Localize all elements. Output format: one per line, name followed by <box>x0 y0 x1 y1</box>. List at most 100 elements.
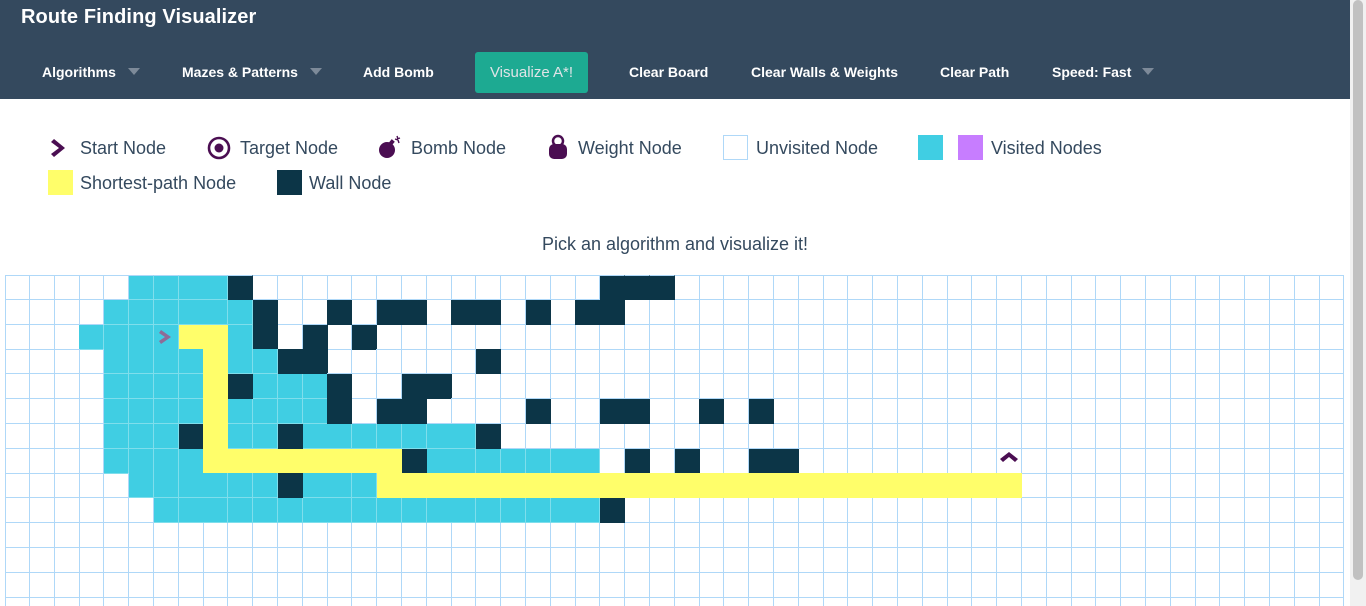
grid-cell-unvisited[interactable] <box>997 275 1022 300</box>
grid-cell-unvisited[interactable] <box>823 349 849 375</box>
grid-cell-wall[interactable] <box>625 448 650 474</box>
grid-cell-unvisited[interactable] <box>29 324 55 350</box>
grid-cell-visited[interactable] <box>228 324 254 350</box>
grid-cell-unvisited[interactable] <box>302 572 328 598</box>
grid-cell-unvisited[interactable] <box>426 324 452 350</box>
grid-cell-unvisited[interactable] <box>575 423 601 449</box>
grid-cell-unvisited[interactable] <box>1170 349 1196 375</box>
grid-cell-unvisited[interactable] <box>773 523 799 548</box>
grid-cell-unvisited[interactable] <box>79 473 105 499</box>
grid-cell-visited[interactable] <box>451 448 477 474</box>
grid-cell-visited[interactable] <box>426 423 452 449</box>
grid-cell-path[interactable] <box>575 473 601 499</box>
grid-cell-unvisited[interactable] <box>1121 299 1146 325</box>
grid-cell-path[interactable] <box>823 473 849 499</box>
grid-cell-unvisited[interactable] <box>1319 374 1345 400</box>
grid-cell-unvisited[interactable] <box>104 473 130 499</box>
grid-cell-unvisited[interactable] <box>873 498 898 524</box>
grid-cell-wall[interactable] <box>327 399 353 424</box>
grid-cell-wall[interactable] <box>426 374 452 400</box>
grid-cell-unvisited[interactable] <box>1294 498 1320 524</box>
grid-cell-visited[interactable] <box>203 275 229 300</box>
grid-cell-unvisited[interactable] <box>153 572 179 598</box>
grid-cell-unvisited[interactable] <box>848 349 874 375</box>
mazes-patterns-menu[interactable]: Mazes & Patterns <box>182 64 298 80</box>
grid-cell-visited[interactable] <box>277 374 303 400</box>
grid-cell-unvisited[interactable] <box>649 299 675 325</box>
grid-cell-unvisited[interactable] <box>1021 275 1047 300</box>
grid-cell-unvisited[interactable] <box>997 523 1022 548</box>
grid-cell-path[interactable] <box>848 473 874 499</box>
grid-cell-unvisited[interactable] <box>5 324 30 350</box>
grid-cell-unvisited[interactable] <box>1220 448 1246 474</box>
grid-cell-visited[interactable] <box>253 498 278 524</box>
grid-cell-unvisited[interactable] <box>104 498 130 524</box>
grid-cell-unvisited[interactable] <box>451 349 477 375</box>
grid-cell-unvisited[interactable] <box>699 498 725 524</box>
grid-cell-unvisited[interactable] <box>451 399 477 424</box>
grid-cell-unvisited[interactable] <box>848 597 874 606</box>
grid-cell-unvisited[interactable] <box>1121 572 1146 598</box>
start-node-icon[interactable] <box>154 325 178 349</box>
grid-cell-unvisited[interactable] <box>79 572 105 598</box>
grid-cell-wall[interactable] <box>277 423 303 449</box>
grid-cell-unvisited[interactable] <box>823 399 849 424</box>
grid-cell-unvisited[interactable] <box>1046 399 1072 424</box>
grid-cell-visited[interactable] <box>253 399 278 424</box>
grid-cell-unvisited[interactable] <box>873 423 898 449</box>
grid-cell-unvisited[interactable] <box>501 547 526 573</box>
grid-cell-unvisited[interactable] <box>1021 448 1047 474</box>
grid-cell-unvisited[interactable] <box>228 523 254 548</box>
grid-cell-unvisited[interactable] <box>550 547 576 573</box>
grid-cell-unvisited[interactable] <box>401 275 427 300</box>
grid-cell-unvisited[interactable] <box>972 349 998 375</box>
add-bomb-button[interactable]: Add Bomb <box>363 64 434 80</box>
grid-cell-unvisited[interactable] <box>1220 473 1246 499</box>
grid-cell-unvisited[interactable] <box>897 423 923 449</box>
grid-cell-unvisited[interactable] <box>674 523 700 548</box>
grid-cell-unvisited[interactable] <box>1096 423 1122 449</box>
grid-cell-unvisited[interactable] <box>1022 597 1047 606</box>
grid-cell-wall[interactable] <box>401 374 427 400</box>
grid-cell-unvisited[interactable] <box>972 374 998 400</box>
grid-cell-unvisited[interactable] <box>277 275 303 300</box>
grid-cell-unvisited[interactable] <box>5 547 30 573</box>
grid-cell-unvisited[interactable] <box>29 523 55 548</box>
grid-cell-unvisited[interactable] <box>1046 423 1072 449</box>
grid-cell-path[interactable] <box>178 324 204 350</box>
grid-cell-unvisited[interactable] <box>1220 275 1246 300</box>
grid-cell-wall[interactable] <box>302 324 328 350</box>
grid-cell-unvisited[interactable] <box>525 275 551 300</box>
grid-cell-visited[interactable] <box>352 423 378 449</box>
grid-cell-unvisited[interactable] <box>773 324 799 350</box>
grid-cell-path[interactable] <box>352 448 378 474</box>
grid-cell-unvisited[interactable] <box>600 547 626 573</box>
grid-cell-unvisited[interactable] <box>476 547 502 573</box>
grid-cell-visited[interactable] <box>327 473 353 499</box>
grid-cell-unvisited[interactable] <box>153 523 179 548</box>
grid-cell-unvisited[interactable] <box>54 299 80 325</box>
grid-cell-unvisited[interactable] <box>897 349 923 375</box>
grid-cell-unvisited[interactable] <box>625 597 650 606</box>
grid-cell-unvisited[interactable] <box>972 275 998 300</box>
grid-cell-unvisited[interactable] <box>54 448 80 474</box>
grid-cell-unvisited[interactable] <box>501 572 526 598</box>
grid-cell-unvisited[interactable] <box>1121 324 1146 350</box>
grid-cell-unvisited[interactable] <box>54 572 80 598</box>
grid-cell-unvisited[interactable] <box>377 547 402 573</box>
grid-cell-unvisited[interactable] <box>749 423 774 449</box>
grid-cell-unvisited[interactable] <box>749 349 774 375</box>
grid-cell-unvisited[interactable] <box>823 498 849 524</box>
grid-cell-wall[interactable] <box>302 349 328 375</box>
grid-cell-unvisited[interactable] <box>724 597 750 606</box>
grid-cell-unvisited[interactable] <box>823 572 849 598</box>
grid-cell-unvisited[interactable] <box>798 275 824 300</box>
grid-cell-unvisited[interactable] <box>1046 299 1072 325</box>
grid-cell-unvisited[interactable] <box>997 324 1022 350</box>
grid-cell-unvisited[interactable] <box>29 299 55 325</box>
grid-cell-visited[interactable] <box>203 473 229 499</box>
grid-cell-wall[interactable] <box>625 275 650 300</box>
grid-cell-unvisited[interactable] <box>625 572 650 598</box>
grid-cell-unvisited[interactable] <box>972 324 998 350</box>
grid-cell-unvisited[interactable] <box>1096 597 1122 606</box>
